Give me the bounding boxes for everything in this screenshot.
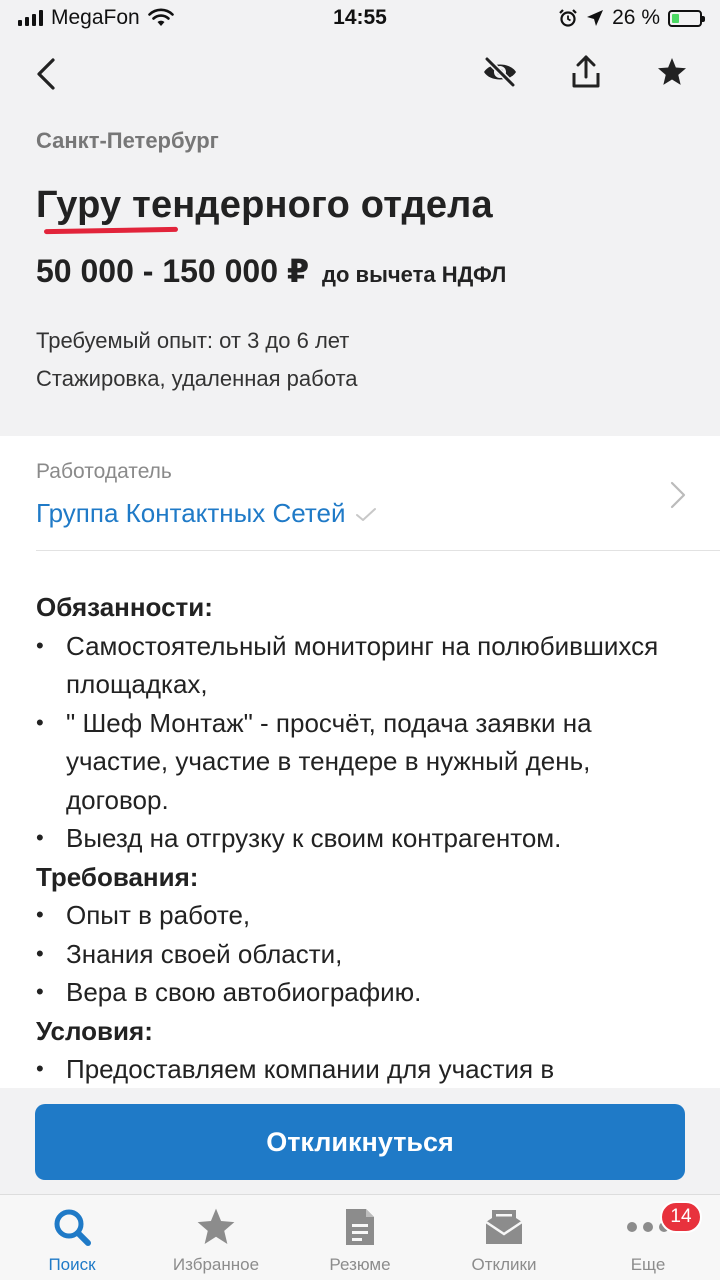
apply-area: Откликнуться	[0, 1088, 720, 1194]
tab-label: Отклики	[471, 1255, 537, 1274]
status-left: MegaFon	[18, 6, 174, 30]
share-button[interactable]	[568, 54, 604, 90]
duties-heading: Обязанности:	[36, 592, 213, 622]
inbox-icon	[482, 1205, 526, 1249]
vacancy-content: Работодатель Группа Контактных Сетей Обя…	[0, 436, 720, 1088]
battery-percent: 26 %	[612, 6, 660, 29]
tab-search[interactable]: Поиск	[0, 1195, 144, 1280]
employer-name[interactable]: Группа Контактных Сетей	[36, 498, 346, 529]
favorite-button[interactable]	[654, 54, 690, 90]
list-item: Вера в свою автобиографию.	[36, 973, 696, 1012]
conditions-heading: Условия:	[36, 1015, 153, 1046]
status-bar: MegaFon 14:55 26 %	[0, 0, 720, 36]
status-right: 26 %	[558, 6, 705, 30]
notification-badge: 14	[660, 1201, 702, 1233]
top-nav	[0, 48, 720, 98]
apply-button[interactable]: Откликнуться	[35, 1104, 685, 1180]
document-icon	[338, 1205, 382, 1249]
location-arrow-icon	[587, 10, 604, 26]
tab-bar: Поиск Избранное Резюме Отклики Еще 14	[0, 1194, 720, 1280]
eye-slash-icon	[484, 57, 516, 87]
tab-responses[interactable]: Отклики	[432, 1195, 576, 1280]
list-item: Выезд на отгрузку к своим контрагентом.	[36, 819, 696, 858]
star-icon	[658, 58, 686, 85]
salary-range: 50 000 - 150 000 ₽	[36, 253, 310, 289]
list-item: Опыт в работе,	[36, 896, 696, 935]
back-button[interactable]	[26, 52, 66, 96]
tab-label: Поиск	[48, 1255, 96, 1274]
conditions-list: Предоставляем компании для участия в	[36, 1050, 696, 1088]
share-icon	[572, 55, 600, 88]
carrier-name: MegaFon	[51, 6, 140, 29]
divider	[36, 550, 720, 551]
vacancy-experience: Требуемый опыт: от 3 до 6 лет	[36, 328, 350, 353]
search-icon	[50, 1205, 94, 1249]
signal-icon	[18, 10, 43, 26]
list-item: Знания своей области,	[36, 935, 696, 974]
requirements-list: Опыт в работе, Знания своей области, Вер…	[36, 896, 696, 1012]
tab-label: Резюме	[329, 1255, 391, 1274]
vacancy-header: Санкт-Петербург Гуру тендерного отдела 5…	[0, 100, 720, 436]
employer-link[interactable]: Группа Контактных Сетей	[36, 498, 378, 529]
alarm-icon	[559, 9, 577, 27]
tab-favorites[interactable]: Избранное	[144, 1195, 288, 1280]
back-chevron-icon	[37, 58, 55, 90]
vacancy-description: Обязанности: Самостоятельный мониторинг …	[36, 588, 696, 1088]
chevron-right-icon[interactable]	[666, 480, 690, 510]
duties-list: Самостоятельный мониторинг на полюбивших…	[36, 627, 696, 858]
star-icon	[194, 1205, 238, 1249]
list-item: Самостоятельный мониторинг на полюбивших…	[36, 627, 696, 704]
list-item: Предоставляем компании для участия в	[36, 1050, 696, 1088]
requirements-heading: Требования:	[36, 861, 199, 892]
tab-label: Еще	[630, 1255, 666, 1274]
nav-actions	[482, 54, 690, 90]
battery-icon	[668, 9, 705, 27]
red-underline-annotation	[43, 226, 179, 235]
wifi-icon	[147, 8, 174, 26]
tab-label: Избранное	[172, 1255, 260, 1274]
vacancy-title: Гуру тендерного отдела	[36, 184, 493, 226]
vacancy-employment: Стажировка, удаленная работа	[36, 366, 358, 391]
vacancy-city: Санкт-Петербург	[36, 128, 219, 153]
list-item: " Шеф Монтаж" - просчёт, подача заявки н…	[36, 704, 696, 820]
tab-resume[interactable]: Резюме	[288, 1195, 432, 1280]
verified-check-icon	[355, 507, 376, 521]
vacancy-salary: 50 000 - 150 000 ₽ до вычета НДФЛ	[36, 252, 506, 290]
employer-label: Работодатель	[36, 460, 172, 483]
hide-vacancy-button[interactable]	[482, 54, 518, 90]
salary-note: до вычета НДФЛ	[322, 262, 507, 287]
tab-more[interactable]: Еще 14	[576, 1195, 720, 1280]
